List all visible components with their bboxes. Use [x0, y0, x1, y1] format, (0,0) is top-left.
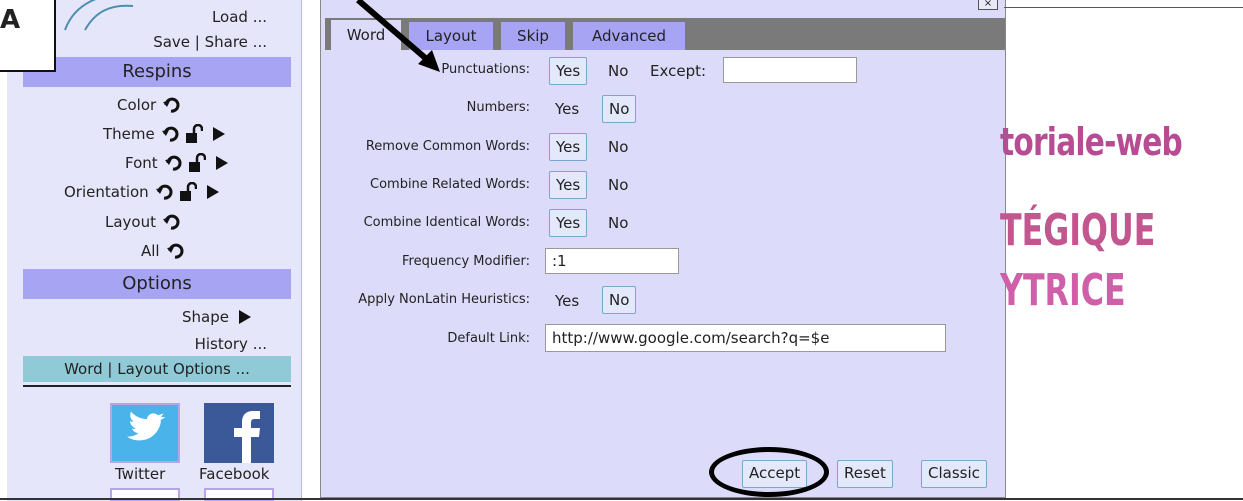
shape-label: Shape: [182, 308, 229, 326]
history-link[interactable]: History ...: [195, 335, 267, 353]
options-header: Options: [23, 269, 291, 299]
respin-orientation[interactable]: Orientation: [64, 180, 219, 204]
remove-common-no[interactable]: No: [602, 134, 634, 160]
expand-arrow-icon[interactable]: [212, 127, 225, 141]
remove-common-label: Remove Common Words:: [365, 139, 530, 154]
respin-theme[interactable]: Theme: [103, 122, 225, 146]
combine-identical-no[interactable]: No: [602, 210, 634, 236]
background-heading: toriale-web: [1000, 120, 1183, 164]
respin-color-label: Color: [117, 96, 157, 114]
background-heading: YTRICE: [1000, 265, 1126, 316]
numbers-label: Numbers:: [466, 100, 530, 115]
tab-skip[interactable]: Skip: [501, 22, 565, 50]
respin-theme-label: Theme: [103, 125, 155, 143]
numbers-yes[interactable]: Yes: [549, 96, 585, 122]
undo-icon[interactable]: [162, 96, 180, 114]
facebook-f-icon: [234, 411, 260, 463]
nonlatin-label: Apply NonLatin Heuristics:: [358, 292, 530, 307]
punctuations-yes[interactable]: Yes: [549, 57, 588, 85]
punctuations-no[interactable]: No: [602, 58, 634, 84]
respin-orientation-label: Orientation: [64, 183, 149, 201]
except-label: Except:: [650, 62, 707, 80]
facebook-button[interactable]: [204, 403, 274, 463]
respin-layout-label: Layout: [105, 213, 156, 231]
twitter-button[interactable]: [110, 403, 180, 463]
except-input[interactable]: [723, 57, 857, 83]
expand-arrow-icon[interactable]: [215, 156, 228, 170]
numbers-no[interactable]: No: [602, 95, 637, 123]
annotation-arrow: [356, 0, 440, 72]
undo-icon[interactable]: [161, 125, 179, 143]
annotation-circle: [709, 447, 829, 497]
unlock-icon[interactable]: [179, 182, 197, 202]
combine-identical-yes[interactable]: Yes: [549, 209, 588, 237]
default-link-label: Default Link:: [447, 331, 530, 346]
unlock-icon[interactable]: [185, 124, 203, 144]
respin-all-label: All: [141, 242, 160, 260]
nonlatin-yes[interactable]: Yes: [549, 288, 585, 314]
respin-font[interactable]: Font: [125, 151, 228, 175]
remove-common-yes[interactable]: Yes: [549, 133, 588, 161]
tab-advanced[interactable]: Advanced: [573, 22, 685, 50]
undo-icon[interactable]: [164, 154, 182, 172]
respin-layout[interactable]: Layout: [105, 210, 180, 234]
word-layout-options-item[interactable]: Word | Layout Options ...: [23, 356, 291, 382]
shape-item[interactable]: Shape: [182, 305, 251, 329]
undo-icon[interactable]: [162, 213, 180, 231]
load-link[interactable]: Load ...: [212, 8, 267, 26]
annotation-label: A: [0, 0, 56, 72]
expand-arrow-icon[interactable]: [238, 310, 251, 324]
respins-header: Respins: [23, 57, 291, 87]
unlock-icon[interactable]: [188, 153, 206, 173]
logo-swirl: [64, 0, 134, 31]
undo-icon[interactable]: [155, 183, 173, 201]
undo-icon[interactable]: [166, 242, 184, 260]
expand-arrow-icon[interactable]: [206, 185, 219, 199]
default-link-input[interactable]: [545, 324, 946, 352]
combine-related-yes[interactable]: Yes: [549, 171, 588, 199]
frequency-input[interactable]: [545, 248, 679, 274]
twitter-bird-icon: [127, 411, 166, 441]
reset-button[interactable]: Reset: [837, 460, 893, 488]
combine-identical-label: Combine Identical Words:: [363, 215, 530, 230]
respin-color[interactable]: Color: [117, 93, 180, 117]
nonlatin-no[interactable]: No: [602, 286, 637, 314]
background-heading: TÉGIQUE: [1000, 205, 1156, 256]
respin-font-label: Font: [125, 154, 158, 172]
close-icon[interactable]: ×: [978, 0, 998, 10]
frequency-label: Frequency Modifier:: [401, 254, 530, 269]
save-share-link[interactable]: Save | Share ...: [153, 33, 267, 51]
divider: [23, 385, 291, 387]
classic-button[interactable]: Classic: [921, 460, 987, 488]
divider: [1004, 7, 1243, 8]
combine-related-label: Combine Related Words:: [370, 177, 530, 192]
facebook-label: Facebook: [199, 465, 270, 483]
respin-all[interactable]: All: [141, 239, 184, 263]
divider: [0, 498, 1243, 500]
twitter-label: Twitter: [115, 465, 166, 483]
sidebar: Load ... Save | Share ... Respins Color …: [7, 0, 302, 501]
combine-related-no[interactable]: No: [602, 172, 634, 198]
